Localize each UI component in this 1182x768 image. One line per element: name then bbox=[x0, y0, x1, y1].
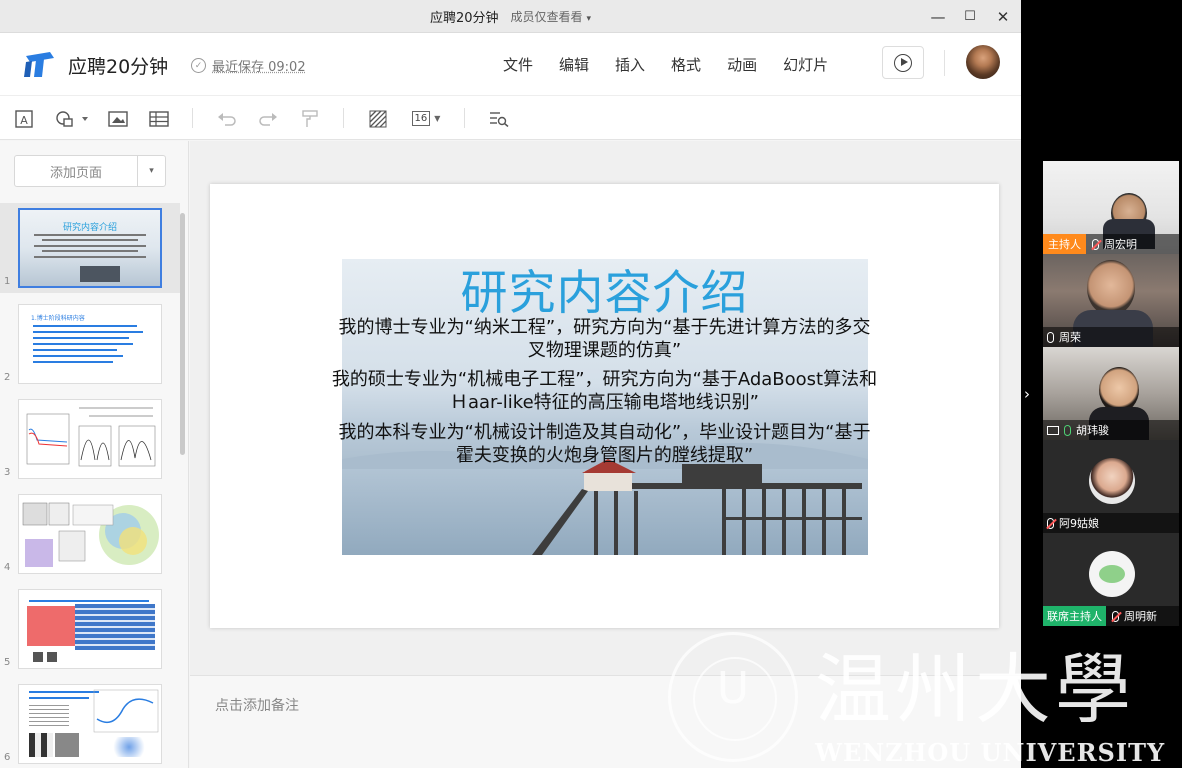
slide-number: 1 bbox=[4, 276, 11, 287]
toolbar-divider bbox=[464, 108, 465, 128]
thumbnail-title: 研究内容介绍 bbox=[62, 223, 117, 233]
menu-edit[interactable]: 编辑 bbox=[559, 54, 589, 75]
participant-name: 周宏明 bbox=[1104, 238, 1137, 251]
app-header: 应聘20分钟 ✓ 最近保存 09:02 文件 编辑 插入 格式 动画 幻灯片 bbox=[0, 33, 1021, 95]
divider bbox=[944, 50, 945, 76]
toolbar-divider bbox=[343, 108, 344, 128]
slide-thumbnail-2[interactable]: 1.博士阶段科研内容 bbox=[18, 304, 162, 384]
mic-muted-icon bbox=[1112, 610, 1119, 622]
app-logo-icon bbox=[24, 52, 54, 77]
participant-video-tile[interactable]: 主持人 周宏明 bbox=[1043, 161, 1179, 254]
shape-icon[interactable] bbox=[54, 96, 90, 141]
find-replace-icon[interactable] bbox=[487, 96, 511, 141]
mic-muted-icon bbox=[1047, 517, 1054, 529]
window-title: 应聘20分钟 bbox=[429, 11, 499, 26]
participant-video-tile[interactable]: 联席主持人 周明新 bbox=[1043, 533, 1179, 626]
slide-number: 6 bbox=[4, 752, 11, 763]
university-name-en-watermark: WENZHOU UNIVERSITY bbox=[815, 738, 1166, 767]
host-badge: 主持人 bbox=[1043, 234, 1086, 254]
menu-format[interactable]: 格式 bbox=[671, 54, 701, 75]
play-slideshow-button[interactable] bbox=[882, 46, 924, 79]
chevron-down-icon: ▾ bbox=[586, 14, 592, 24]
participant-name: 阿9姑娘 bbox=[1059, 517, 1099, 530]
slide-thumbnail-4[interactable] bbox=[18, 494, 162, 574]
font-size-select[interactable]: 16 ▼ bbox=[407, 96, 445, 141]
avatar bbox=[1089, 551, 1135, 597]
toolbar-divider bbox=[192, 108, 193, 128]
participant-label: 主持人 周宏明 bbox=[1043, 234, 1179, 254]
mic-muted-icon bbox=[1092, 238, 1099, 250]
participant-video-tile[interactable]: 周荣 bbox=[1043, 254, 1179, 347]
permission-dropdown[interactable]: 成员仅查看看 ▾ bbox=[511, 8, 592, 25]
slide-number: 5 bbox=[4, 657, 11, 668]
slide-number: 3 bbox=[4, 467, 11, 478]
title-bar: 应聘20分钟 成员仅查看看 ▾ — ☐ ✕ bbox=[0, 0, 1021, 33]
menu-animation[interactable]: 动画 bbox=[727, 54, 757, 75]
chevron-down-icon: ▼ bbox=[434, 114, 441, 123]
maximize-button[interactable]: ☐ bbox=[953, 0, 987, 33]
thumbnail-title: 1.博士阶段科研内容 bbox=[31, 315, 85, 322]
redo-icon[interactable] bbox=[256, 96, 280, 141]
document-title[interactable]: 应聘20分钟 bbox=[68, 52, 168, 79]
participant-name: 胡玮骏 bbox=[1076, 424, 1109, 437]
svg-text:A: A bbox=[20, 114, 28, 127]
participant-label: 阿9姑娘 bbox=[1043, 513, 1179, 533]
editing-toolbar: A 16 ▼ bbox=[0, 95, 1021, 140]
add-page-dropdown[interactable]: ▾ bbox=[137, 155, 166, 187]
play-icon bbox=[894, 53, 912, 72]
save-status-text[interactable]: 最近保存 09:02 bbox=[212, 56, 306, 75]
format-painter-icon[interactable] bbox=[298, 96, 322, 141]
participant-label: 周荣 bbox=[1043, 327, 1179, 347]
undo-icon[interactable] bbox=[215, 96, 239, 141]
slide-thumbnail-3[interactable] bbox=[18, 399, 162, 479]
slide-number: 2 bbox=[4, 372, 11, 383]
cohost-badge: 联席主持人 bbox=[1043, 606, 1106, 626]
fill-pattern-icon[interactable] bbox=[366, 96, 390, 141]
avatar bbox=[1089, 458, 1135, 504]
menu-insert[interactable]: 插入 bbox=[615, 54, 645, 75]
slide-text-line[interactable]: 我的硕士专业为“机械电子工程”，研究方向为“基于AdaBoost算法和 bbox=[210, 368, 999, 391]
participant-name: 周荣 bbox=[1059, 331, 1081, 344]
slide-text-line[interactable]: Ｈaar-like特征的高压输电塔地线识别” bbox=[210, 391, 999, 414]
collapse-panel-icon[interactable]: › bbox=[1024, 385, 1030, 403]
save-status: ✓ 最近保存 09:02 bbox=[191, 56, 306, 75]
main-menu: 文件 编辑 插入 格式 动画 幻灯片 bbox=[490, 33, 841, 95]
current-slide[interactable]: 研究内容介绍 我的博士专业为“纳米工程”，研究方向为“基于先进计算方法的多交 叉… bbox=[210, 184, 999, 628]
mic-icon bbox=[1064, 424, 1071, 436]
university-name-watermark: 温州大學 bbox=[815, 645, 1135, 734]
participant-name: 周明新 bbox=[1124, 610, 1157, 623]
font-size-value: 16 bbox=[411, 111, 431, 126]
mic-icon bbox=[1047, 331, 1054, 343]
slide-thumbnail-1[interactable]: 研究内容介绍 bbox=[18, 208, 162, 288]
slide-canvas: 研究内容介绍 我的博士专业为“纳米工程”，研究方向为“基于先进计算方法的多交 叉… bbox=[190, 141, 1021, 675]
slide-thumbnail-6[interactable] bbox=[18, 684, 162, 764]
slide-title[interactable]: 研究内容介绍 bbox=[210, 254, 999, 323]
participant-video-tile[interactable]: 胡玮骏 bbox=[1043, 347, 1179, 440]
user-avatar[interactable] bbox=[966, 45, 1000, 79]
slide-text-line[interactable]: 霍夫变换的火炮身管图片的膛线提取” bbox=[210, 444, 999, 467]
image-icon[interactable] bbox=[106, 96, 130, 141]
screen-share-icon bbox=[1047, 425, 1059, 435]
slide-number: 4 bbox=[4, 562, 11, 573]
participant-label: 胡玮骏 bbox=[1043, 420, 1179, 440]
table-icon[interactable] bbox=[147, 96, 171, 141]
slide-thumbnail-panel: 添加页面 ▾ 研究内容介绍 1 1.博士阶段科研内容 2 3 4 5 6 bbox=[0, 141, 189, 768]
thumbnail-scrollbar[interactable] bbox=[180, 213, 185, 455]
slide-text-line[interactable]: 叉物理课题的仿真” bbox=[210, 339, 999, 362]
slide-text-line[interactable]: 我的博士专业为“纳米工程”，研究方向为“基于先进计算方法的多交 bbox=[210, 316, 999, 339]
participant-label: 联席主持人 周明新 bbox=[1043, 606, 1179, 626]
close-button[interactable]: ✕ bbox=[986, 0, 1020, 33]
slide-thumbnail-5[interactable] bbox=[18, 589, 162, 669]
minimize-button[interactable]: — bbox=[921, 0, 955, 33]
menu-slides[interactable]: 幻灯片 bbox=[783, 54, 828, 75]
notes-placeholder: 点击添加备注 bbox=[215, 698, 299, 714]
menu-file[interactable]: 文件 bbox=[503, 54, 533, 75]
permission-label: 成员仅查看看 bbox=[510, 10, 583, 24]
add-page-button[interactable]: 添加页面 bbox=[14, 155, 138, 187]
participant-video-tile[interactable]: 阿9姑娘 bbox=[1043, 440, 1179, 533]
check-circle-icon: ✓ bbox=[191, 58, 206, 73]
text-box-icon[interactable]: A bbox=[12, 96, 36, 141]
university-seal-watermark bbox=[668, 632, 798, 762]
slide-text-line[interactable]: 我的本科专业为“机械设计制造及其自动化”，毕业设计题目为“基于 bbox=[210, 421, 999, 444]
